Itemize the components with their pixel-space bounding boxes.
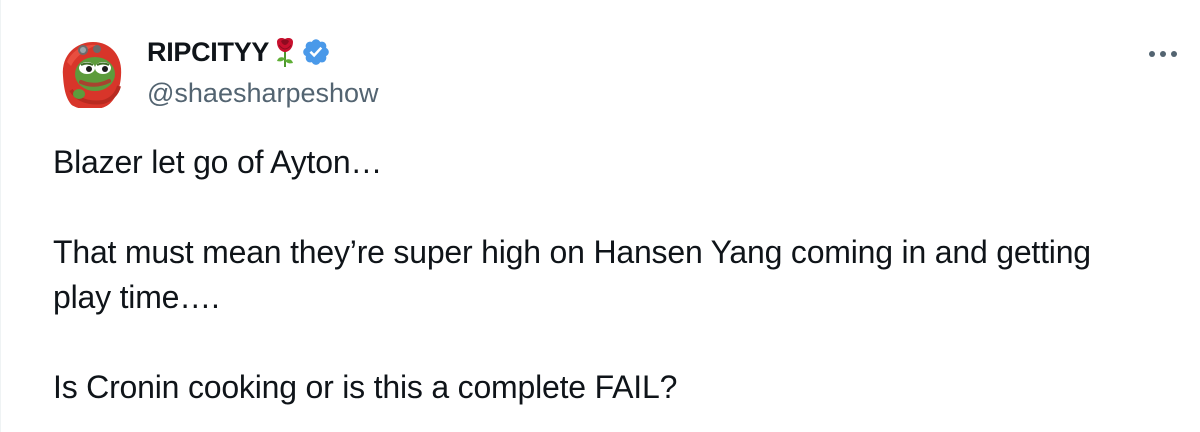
tweet-card: RIPCITYY @shaesharpeshow Blazer let go o… [0, 0, 1200, 432]
display-name[interactable]: RIPCITYY [147, 37, 269, 68]
verified-badge-icon[interactable] [301, 37, 331, 67]
author-name-row: RIPCITYY [147, 34, 331, 70]
tweet-text: Blazer let go of Ayton… That must mean t… [53, 140, 1153, 410]
avatar[interactable] [53, 36, 127, 110]
avatar-image [62, 42, 122, 108]
tweet-paragraph: Blazer let go of Ayton… [53, 144, 383, 180]
tweet-paragraph: That must mean they’re super high on Han… [53, 234, 1100, 315]
more-options-button[interactable] [1141, 36, 1185, 72]
more-horizontal-icon [1149, 51, 1177, 57]
rose-icon [273, 36, 297, 68]
author-handle[interactable]: @shaesharpeshow [147, 78, 379, 109]
tweet-paragraph: Is Cronin cooking or is this a complete … [53, 369, 678, 405]
